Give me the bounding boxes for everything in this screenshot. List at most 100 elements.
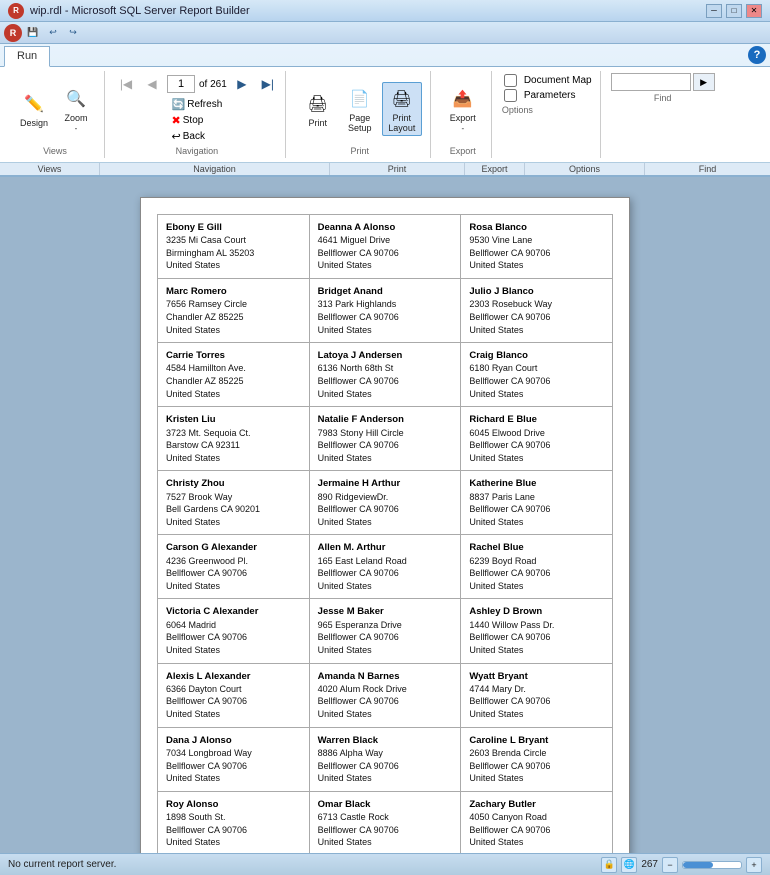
back-button[interactable]: ↩ Back bbox=[170, 129, 225, 144]
first-button[interactable]: |◀ bbox=[115, 73, 137, 95]
report-cell: Julio J Blanco 2303 Rosebuck Way Bellflo… bbox=[461, 279, 613, 343]
redo-quick-button[interactable]: ↪ bbox=[64, 25, 82, 41]
person-name: Christy Zhou bbox=[166, 477, 301, 490]
person-addr2: Barstow CA 92311 bbox=[166, 439, 301, 452]
page-setup-button[interactable]: 📄 PageSetup bbox=[340, 82, 380, 136]
export-button[interactable]: 📤 Export- bbox=[443, 82, 483, 136]
save-quick-button[interactable]: 💾 bbox=[24, 25, 42, 41]
person-country: United States bbox=[166, 324, 301, 337]
person-name: Amanda N Barnes bbox=[318, 670, 453, 683]
print-group-label: Print bbox=[351, 146, 370, 156]
status-icon-1[interactable]: 🔒 bbox=[601, 857, 617, 873]
person-country: United States bbox=[318, 644, 453, 657]
person-addr2: Bellflower CA 90706 bbox=[318, 439, 453, 452]
report-cell: Katherine Blue 8837 Paris Lane Bellflowe… bbox=[461, 471, 613, 535]
next-button[interactable]: ▶ bbox=[231, 73, 253, 95]
refresh-button[interactable]: 🔄 Refresh bbox=[170, 97, 225, 112]
export-sub: - bbox=[461, 124, 464, 133]
person-country: United States bbox=[318, 452, 453, 465]
design-icon: ✏️ bbox=[20, 90, 48, 118]
person-name: Ashley D Brown bbox=[469, 605, 604, 618]
person-addr1: 9530 Vine Lane bbox=[469, 234, 604, 247]
help-icon[interactable]: ? bbox=[748, 46, 766, 64]
person-addr1: 4020 Alum Rock Drive bbox=[318, 683, 453, 696]
person-addr2: Bell Gardens CA 90201 bbox=[166, 503, 301, 516]
person-addr2: Bellflower CA 90706 bbox=[318, 311, 453, 324]
person-name: Alexis L Alexander bbox=[166, 670, 301, 683]
refresh-sub-group: 🔄 Refresh ✖ Stop ↩ Back bbox=[170, 97, 225, 144]
tab-run[interactable]: Run bbox=[4, 46, 50, 67]
design-button[interactable]: ✏️ Design bbox=[14, 87, 54, 131]
person-addr2: Bellflower CA 90706 bbox=[469, 439, 604, 452]
person-name: Roy Alonso bbox=[166, 798, 301, 811]
person-name: Kristen Liu bbox=[166, 413, 301, 426]
zoom-in-button[interactable]: + bbox=[746, 857, 762, 873]
zoom-out-button[interactable]: − bbox=[662, 857, 678, 873]
print-items: 🖨 Print 📄 PageSetup 🖨 PrintLayout bbox=[298, 73, 422, 144]
person-country: United States bbox=[469, 836, 604, 849]
person-country: United States bbox=[166, 388, 301, 401]
person-addr2: Bellflower CA 90706 bbox=[166, 695, 301, 708]
person-addr2: Bellflower CA 90706 bbox=[166, 824, 301, 837]
person-addr1: 4584 Hamillton Ave. bbox=[166, 362, 301, 375]
maximize-button[interactable]: □ bbox=[726, 4, 742, 18]
zoom-slider[interactable] bbox=[682, 861, 742, 869]
close-button[interactable]: ✕ bbox=[746, 4, 762, 18]
print-footer-label: Print bbox=[330, 163, 465, 175]
person-addr1: 6239 Boyd Road bbox=[469, 555, 604, 568]
document-map-option[interactable]: Document Map bbox=[502, 73, 594, 88]
undo-quick-button[interactable]: ↩ bbox=[44, 25, 62, 41]
stop-button[interactable]: ✖ Stop bbox=[170, 113, 225, 128]
refresh-icon: 🔄 bbox=[172, 98, 186, 111]
report-cell: Richard E Blue 6045 Elwood Drive Bellflo… bbox=[461, 407, 613, 471]
person-name: Rachel Blue bbox=[469, 541, 604, 554]
report-page: Ebony E Gill 3235 Mi Casa Court Birmingh… bbox=[140, 197, 630, 866]
person-addr1: 7656 Ramsey Circle bbox=[166, 298, 301, 311]
report-cell: Dana J Alonso 7034 Longbroad Way Bellflo… bbox=[158, 728, 310, 792]
person-name: Jesse M Baker bbox=[318, 605, 453, 618]
person-country: United States bbox=[318, 708, 453, 721]
previous-button[interactable]: ◀ bbox=[141, 73, 163, 95]
find-group-label: Find bbox=[654, 93, 672, 103]
parameters-checkbox[interactable] bbox=[504, 89, 517, 102]
person-addr1: 2603 Brenda Circle bbox=[469, 747, 604, 760]
document-map-label: Document Map bbox=[524, 75, 592, 86]
status-icon-2[interactable]: 🌐 bbox=[621, 857, 637, 873]
page-number-input[interactable] bbox=[167, 75, 195, 93]
find-footer-label: Find bbox=[645, 163, 770, 175]
status-right: 🔒 🌐 267 − + bbox=[601, 857, 762, 873]
person-name: Caroline L Bryant bbox=[469, 734, 604, 747]
navigation-group-label: Navigation bbox=[176, 146, 219, 156]
person-country: United States bbox=[166, 708, 301, 721]
person-addr1: 965 Esperanza Drive bbox=[318, 619, 453, 632]
report-cell: Craig Blanco 6180 Ryan Court Bellflower … bbox=[461, 343, 613, 407]
parameters-option[interactable]: Parameters bbox=[502, 88, 578, 103]
title-bar-left: R wip.rdl - Microsoft SQL Server Report … bbox=[8, 3, 250, 19]
zoom-label: Zoom- bbox=[64, 113, 87, 133]
print-layout-button[interactable]: 🖨 PrintLayout bbox=[382, 82, 422, 136]
person-addr1: 3235 Mi Casa Court bbox=[166, 234, 301, 247]
person-addr2: Bellflower CA 90706 bbox=[166, 567, 301, 580]
person-name: Ebony E Gill bbox=[166, 221, 301, 234]
document-map-checkbox[interactable] bbox=[504, 74, 517, 87]
find-input[interactable] bbox=[611, 73, 691, 91]
person-addr1: 2303 Rosebuck Way bbox=[469, 298, 604, 311]
minimize-button[interactable]: ─ bbox=[706, 4, 722, 18]
person-country: United States bbox=[469, 708, 604, 721]
window-title: wip.rdl - Microsoft SQL Server Report Bu… bbox=[30, 5, 250, 17]
print-button[interactable]: 🖨 Print bbox=[298, 87, 338, 131]
options-group-label: Options bbox=[502, 105, 533, 115]
ribbon-group-export: 📤 Export- Export bbox=[435, 71, 492, 158]
person-name: Omar Black bbox=[318, 798, 453, 811]
person-country: United States bbox=[318, 580, 453, 593]
export-icon: 📤 bbox=[449, 85, 477, 113]
person-country: United States bbox=[166, 516, 301, 529]
person-addr1: 4744 Mary Dr. bbox=[469, 683, 604, 696]
last-button[interactable]: ▶| bbox=[257, 73, 279, 95]
person-name: Victoria C Alexander bbox=[166, 605, 301, 618]
zoom-button[interactable]: 🔍 Zoom- bbox=[56, 82, 96, 136]
person-addr1: 165 East Leland Road bbox=[318, 555, 453, 568]
report-cell: Warren Black 8886 Alpha Way Bellflower C… bbox=[310, 728, 462, 792]
page-setup-icon: 📄 bbox=[346, 85, 374, 113]
find-next-button[interactable]: ▶ bbox=[693, 73, 715, 91]
